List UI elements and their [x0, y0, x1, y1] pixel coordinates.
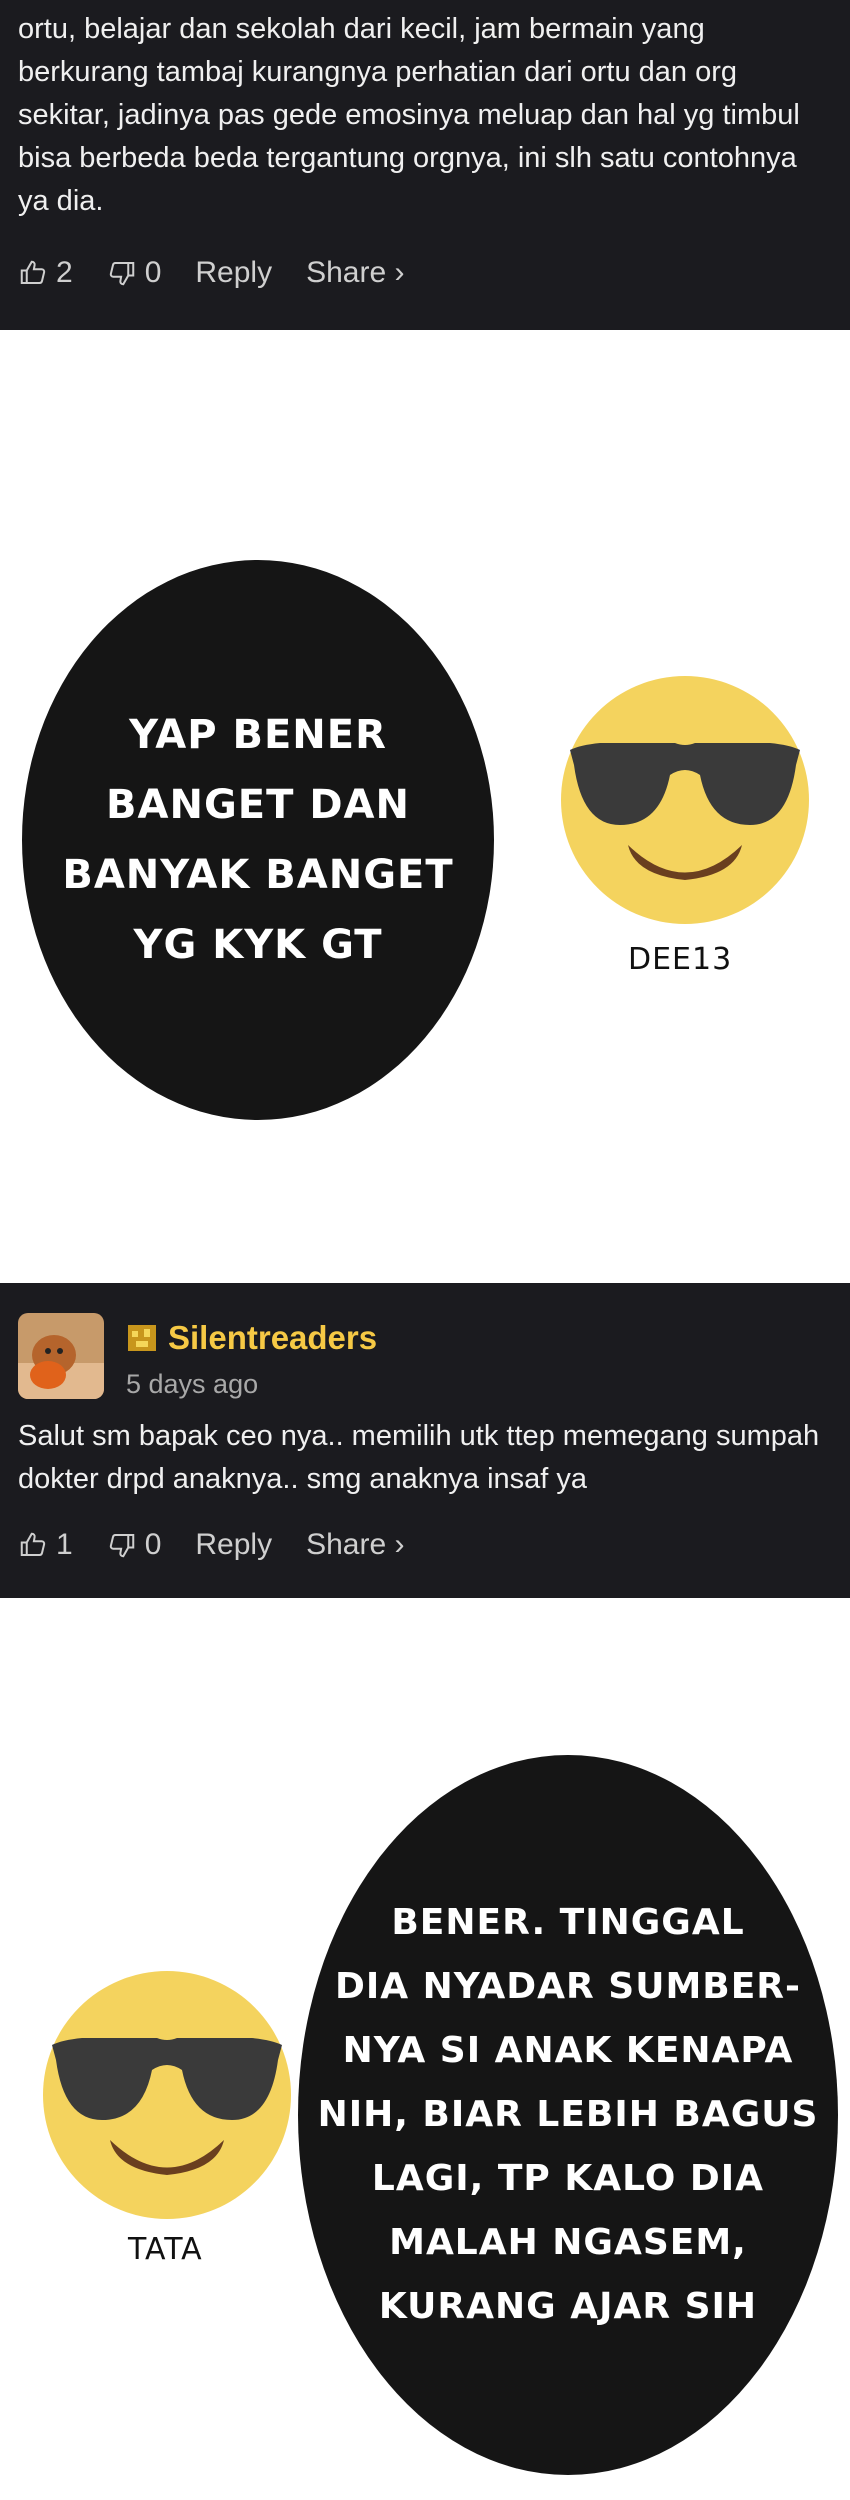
like-button[interactable]: 2	[18, 256, 73, 290]
reply-button[interactable]: Reply	[195, 256, 272, 290]
bubble-2-line: LAGI, TP KALO DIA	[371, 2158, 765, 2199]
speech-bubble-1: YAP BENER BANGET DAN BANYAK BANGET YG KY…	[22, 560, 494, 1120]
bubble-2-line: NIH, BIAR LEBIH BAGUS	[317, 2094, 819, 2135]
share-button[interactable]: Share ›	[306, 256, 404, 290]
user-avatar[interactable]	[18, 1313, 104, 1399]
comment-2-text: Salut sm bapak ceo nya.. memilih utk tte…	[18, 1420, 820, 1495]
bubble-2-line: NYA SI ANAK KENAPA	[342, 2030, 794, 2071]
like-button[interactable]: 1	[18, 1528, 73, 1562]
comment-timestamp: 5 days ago	[126, 1369, 259, 1399]
speech-bubble-2: BENER. TINGGAL DIA NYADAR SUMBER- NYA SI…	[298, 1755, 838, 2475]
sunglasses-emoji	[43, 1971, 291, 2219]
dislike-button[interactable]: 0	[107, 1528, 162, 1562]
thumbs-up-icon	[20, 260, 46, 284]
bubble-1-line: YG KYK GT	[133, 922, 383, 968]
comment-2-actions: 1 0 Reply Share ›	[18, 1528, 438, 1562]
sunglasses-emoji	[561, 676, 809, 924]
bubble-2-signature: TATA	[128, 2232, 203, 2267]
like-count: 1	[56, 1528, 73, 1561]
comment-1-text: ortu, belajar dan sekolah dari kecil, ja…	[18, 13, 800, 217]
reply-button[interactable]: Reply	[195, 1528, 272, 1562]
comment-card-1: ortu, belajar dan sekolah dari kecil, ja…	[0, 0, 850, 330]
bubble-2-line: MALAH NGASEM,	[389, 2222, 747, 2263]
thumbs-down-icon	[109, 1534, 134, 1558]
like-count: 2	[56, 256, 73, 289]
bubble-1-line: BANYAK BANGET	[62, 852, 454, 898]
comment-1-actions: 2 0 Reply Share ›	[18, 256, 438, 290]
thumbs-down-icon	[109, 262, 134, 286]
bubble-1-line: BANGET DAN	[106, 782, 410, 828]
dislike-button[interactable]: 0	[107, 256, 162, 290]
username[interactable]: Silentreaders	[168, 1319, 377, 1357]
dislike-count: 0	[144, 256, 162, 289]
thumbs-up-icon	[20, 1532, 46, 1556]
bubble-1-signature: DEE13	[628, 942, 733, 977]
badge-icon	[128, 1325, 156, 1351]
dislike-count: 0	[144, 1528, 162, 1561]
bubble-2-line: DIA NYADAR SUMBER-	[335, 1966, 801, 2007]
bubble-1-line: YAP BENER	[129, 712, 387, 758]
bubble-2-line: KURANG AJAR SIH	[378, 2286, 758, 2327]
comment-card-2: Silentreaders 5 days ago Salut sm bapak …	[0, 1283, 850, 1598]
bubble-2-line: BENER. TINGGAL	[391, 1902, 745, 1943]
share-button[interactable]: Share ›	[306, 1528, 404, 1562]
